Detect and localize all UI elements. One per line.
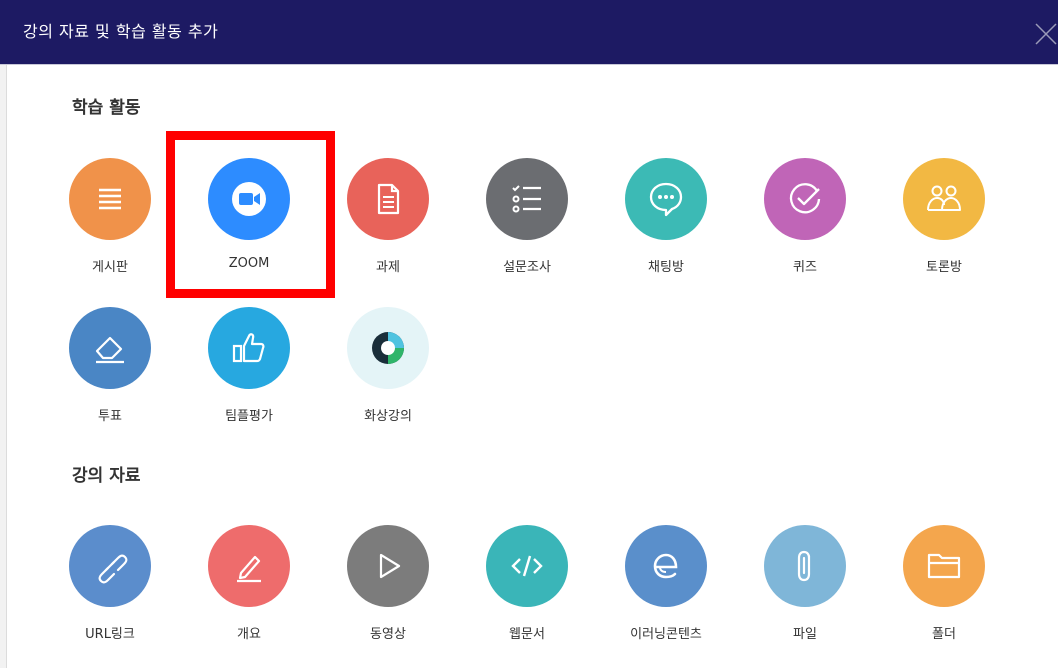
- chat-bubble-icon: [625, 158, 707, 240]
- activity-board[interactable]: 게시판: [60, 158, 160, 288]
- paperclip-icon: [764, 525, 846, 607]
- modal-frame-edge: [0, 65, 7, 668]
- resource-overview[interactable]: 개요: [199, 525, 299, 655]
- close-button[interactable]: [1032, 20, 1058, 46]
- activity-video-lecture-label: 화상강의: [364, 409, 412, 424]
- activity-team-evaluation-label: 팀플평가: [225, 409, 273, 424]
- resource-elearning[interactable]: 이러닝콘텐츠: [616, 525, 716, 655]
- resource-url-link-label: URL링크: [85, 627, 135, 642]
- resource-folder-label: 폴더: [932, 627, 956, 642]
- resource-file-label: 파일: [793, 627, 817, 642]
- activity-chat[interactable]: 채팅방: [616, 158, 716, 288]
- thumbs-up-icon: [208, 307, 290, 389]
- activity-video-lecture[interactable]: 화상강의: [338, 307, 438, 437]
- activity-vote-label: 투표: [98, 409, 122, 424]
- modal-title: 강의 자료 및 학습 활동 추가: [23, 22, 219, 41]
- quiz-check-icon: [764, 158, 846, 240]
- webex-logo-icon: [347, 307, 429, 389]
- activity-assignment[interactable]: 과제: [338, 158, 438, 288]
- discussion-people-icon: [903, 158, 985, 240]
- survey-checklist-icon: [486, 158, 568, 240]
- activity-zoom[interactable]: ZOOM: [199, 158, 299, 288]
- pencil-icon: [208, 525, 290, 607]
- link-icon: [69, 525, 151, 607]
- resource-video[interactable]: 동영상: [338, 525, 438, 655]
- activity-survey[interactable]: 설문조사: [477, 158, 577, 288]
- activity-survey-label: 설문조사: [503, 260, 551, 275]
- resource-web-document-label: 웹문서: [509, 627, 545, 642]
- resource-folder[interactable]: 폴더: [894, 525, 994, 655]
- activity-discussion-label: 토론방: [926, 260, 962, 275]
- activity-vote[interactable]: 투표: [60, 307, 160, 437]
- vote-eraser-icon: [69, 307, 151, 389]
- activity-quiz[interactable]: 퀴즈: [755, 158, 855, 288]
- code-icon: [486, 525, 568, 607]
- play-icon: [347, 525, 429, 607]
- zoom-video-icon: [208, 158, 290, 240]
- assignment-document-icon: [347, 158, 429, 240]
- resource-file[interactable]: 파일: [755, 525, 855, 655]
- elearning-e-icon: [625, 525, 707, 607]
- resource-web-document[interactable]: 웹문서: [477, 525, 577, 655]
- activity-team-evaluation[interactable]: 팀플평가: [199, 307, 299, 437]
- section-title-activities: 학습 활동: [72, 98, 141, 118]
- modal-header: 강의 자료 및 학습 활동 추가: [0, 0, 1058, 65]
- activity-board-label: 게시판: [92, 260, 128, 275]
- activity-chat-label: 채팅방: [648, 260, 684, 275]
- resource-url-link[interactable]: URL링크: [60, 525, 160, 655]
- activity-assignment-label: 과제: [376, 260, 400, 275]
- activity-discussion[interactable]: 토론방: [894, 158, 994, 288]
- folder-icon: [903, 525, 985, 607]
- resource-elearning-label: 이러닝콘텐츠: [630, 627, 702, 642]
- board-icon: [69, 158, 151, 240]
- resource-overview-label: 개요: [237, 627, 261, 642]
- activity-quiz-label: 퀴즈: [793, 260, 817, 275]
- close-icon: [1035, 23, 1057, 45]
- activity-zoom-label: ZOOM: [228, 256, 270, 271]
- resource-video-label: 동영상: [370, 627, 406, 642]
- section-title-resources: 강의 자료: [72, 466, 141, 486]
